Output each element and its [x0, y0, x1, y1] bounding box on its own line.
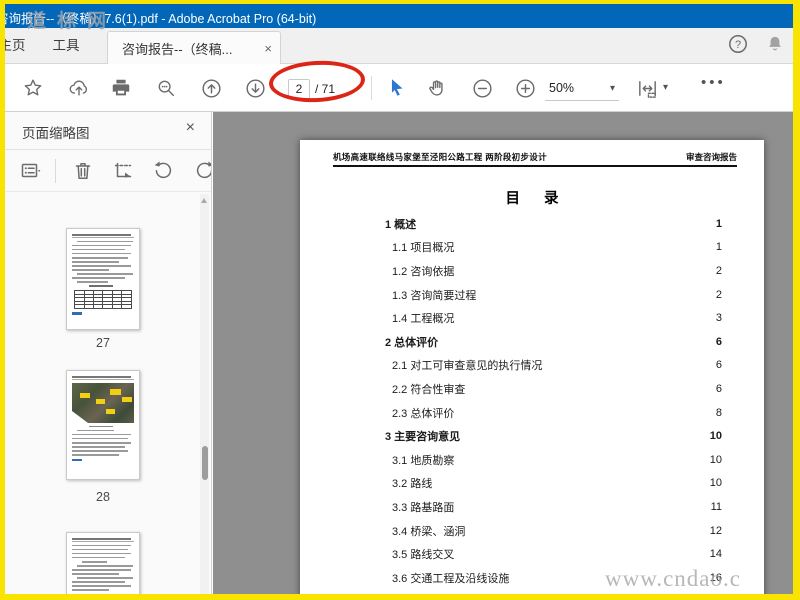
scrollbar-thumb[interactable]: [201, 446, 208, 480]
thumbnail-mini-table: [74, 290, 132, 309]
panel-toolbar: [5, 150, 211, 192]
next-page-icon[interactable]: [243, 76, 267, 100]
toc-entry[interactable]: 1 概述 1: [300, 212, 764, 236]
toc-entry[interactable]: 1.3 咨询简要过程 2: [300, 283, 764, 307]
zoom-level-value: 50%: [549, 81, 575, 95]
table-of-contents: 1 概述 1 1.1 项目概况 1 1.2 咨询依据 2 1.3 咨询简要过程 2 1.…: [300, 212, 764, 590]
zoom-in-icon[interactable]: [513, 76, 537, 100]
toc-entry[interactable]: 1.1 项目概况 1: [300, 236, 764, 260]
window-titlebar: 咨询报告--（终稿）7.6(1).pdf - Adobe Acrobat Pro…: [5, 4, 793, 28]
svg-text:?: ?: [735, 39, 741, 51]
tab-document[interactable]: 咨询报告--（终稿... ×: [107, 31, 281, 65]
toc-entry[interactable]: 2.2 符合性审查 6: [300, 377, 764, 401]
search-icon[interactable]: [154, 76, 178, 100]
main-toolbar: 2 / 71 50% ▾ ▾ •••: [5, 64, 793, 112]
toc-entry[interactable]: 1.2 咨询依据 2: [300, 259, 764, 283]
toc-entry[interactable]: 3.4 桥梁、涵洞 12: [300, 519, 764, 543]
zoom-level-dropdown[interactable]: 50% ▾: [545, 76, 619, 101]
thumbnail-label: 27: [96, 336, 110, 350]
toc-entry[interactable]: 3.1 地质勘察 10: [300, 448, 764, 472]
window-title: 咨询报告--（终稿）7.6(1).pdf - Adobe Acrobat Pro…: [5, 12, 317, 26]
toc-entry[interactable]: 3.3 路基路面 11: [300, 495, 764, 519]
help-icon[interactable]: ?: [727, 33, 749, 60]
pdf-page: 机场高速联络线马家堡至泾阳公路工程 两阶段初步设计 审查咨询报告 目 录 1 概…: [300, 140, 764, 594]
crop-pages-icon[interactable]: [111, 159, 135, 183]
toc-entry[interactable]: 2.3 总体评价 8: [300, 401, 764, 425]
share-upload-icon[interactable]: [67, 76, 91, 100]
hand-tool-icon[interactable]: [425, 76, 449, 100]
thumbnail-page-partial[interactable]: [66, 532, 140, 594]
thumbnail-options-icon[interactable]: [19, 159, 43, 183]
toc-entry[interactable]: 1.4 工程概况 3: [300, 306, 764, 330]
tab-tools[interactable]: 工具: [37, 28, 95, 64]
toc-entry[interactable]: 2.1 对工可审查意见的执行情况 6: [300, 354, 764, 378]
toc-entry[interactable]: 3 主要咨询意见 10: [300, 424, 764, 448]
page-thumbnails-panel: 页面缩略图 × 27 28: [5, 112, 212, 594]
tab-close-icon[interactable]: ×: [256, 41, 272, 56]
page-navigation: 2 / 71: [288, 78, 335, 100]
panel-close-icon[interactable]: ×: [186, 119, 195, 137]
delete-pages-icon[interactable]: [71, 159, 95, 183]
rotate-right-icon[interactable]: [193, 159, 211, 183]
thumbnail-map-image: [72, 382, 134, 423]
thumbnail-label: 28: [96, 490, 110, 504]
toolbar-separator: [371, 76, 372, 100]
toc-entry[interactable]: 3.2 路线 10: [300, 472, 764, 496]
toc-title: 目 录: [505, 191, 569, 207]
page-header-right: 审查咨询报告: [685, 152, 737, 162]
star-favorites-icon[interactable]: [21, 76, 45, 100]
page-total-label: / 71: [315, 82, 336, 96]
screenshot-frame: 咨询报告--（终稿）7.6(1).pdf - Adobe Acrobat Pro…: [0, 0, 800, 600]
scroll-up-arrow-icon[interactable]: [201, 198, 207, 203]
rotate-left-icon[interactable]: [151, 159, 175, 183]
tab-home[interactable]: 主页: [5, 28, 35, 64]
more-tools-icon[interactable]: •••: [701, 74, 726, 91]
panel-title: 页面缩略图: [22, 126, 90, 141]
panel-scrollbar[interactable]: [200, 194, 209, 594]
notifications-bell-icon[interactable]: [765, 33, 785, 60]
print-icon[interactable]: [109, 76, 133, 100]
panel-separator: [55, 159, 56, 183]
chevron-down-icon: ▾: [609, 82, 615, 94]
thumbnail-page-28[interactable]: [66, 370, 140, 480]
page-header-left: 机场高速联络线马家堡至泾阳公路工程 两阶段初步设计: [333, 152, 547, 162]
chevron-down-icon[interactable]: ▾: [663, 82, 668, 93]
toc-entry[interactable]: 3.5 路线交叉 14: [300, 542, 764, 566]
fit-width-icon[interactable]: [635, 76, 659, 100]
toc-entry[interactable]: 2 总体评价 6: [300, 330, 764, 354]
thumbnail-page-27[interactable]: [66, 228, 140, 330]
toc-entry[interactable]: 3.6 交通工程及沿线设施 16: [300, 566, 764, 590]
current-page-input[interactable]: 2: [288, 79, 310, 99]
previous-page-icon[interactable]: [199, 76, 223, 100]
select-tool-icon[interactable]: [385, 76, 409, 100]
zoom-out-icon[interactable]: [470, 76, 494, 100]
panel-header: 页面缩略图 ×: [5, 112, 211, 150]
tab-document-label: 咨询报告--（终稿...: [122, 42, 233, 57]
tab-bar: 主页 工具 咨询报告--（终稿... × ?: [5, 28, 793, 65]
page-header-rule: [333, 165, 737, 167]
document-view: 机场高速联络线马家堡至泾阳公路工程 两阶段初步设计 审查咨询报告 目 录 1 概…: [213, 112, 793, 594]
